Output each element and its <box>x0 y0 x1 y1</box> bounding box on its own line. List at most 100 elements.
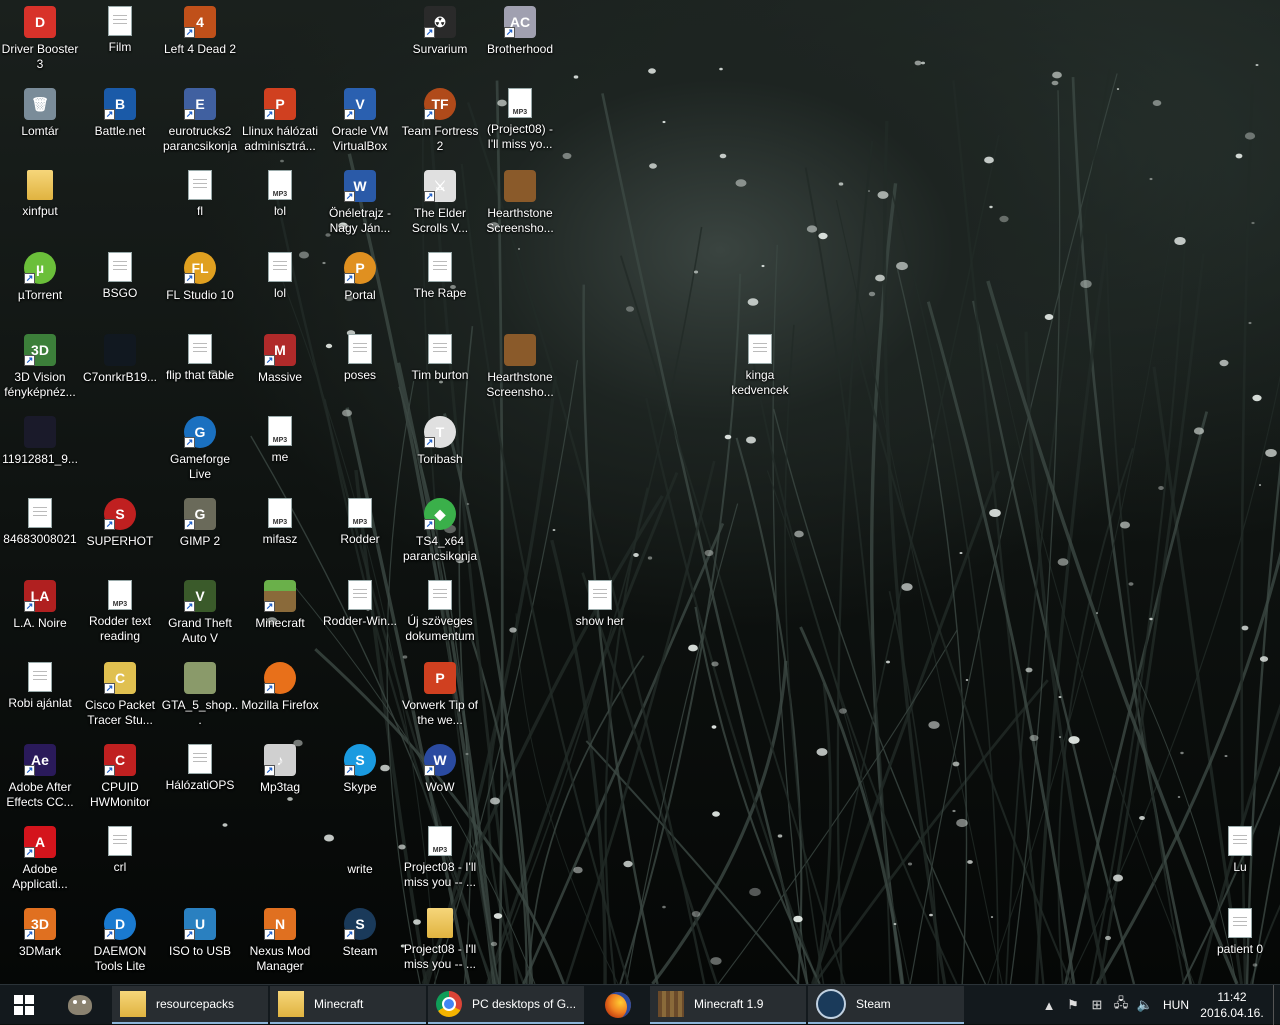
shortcut-arrow-icon: ↗ <box>344 191 355 202</box>
desktop-icon-c7onrkrb19[interactable]: C7onrkrB19... <box>80 328 160 408</box>
desktop-icon-nexus-mod-manager[interactable]: N ↗ Nexus Mod Manager <box>240 902 320 982</box>
desktop-icon-11912881-9[interactable]: 11912881_9... <box>0 410 80 490</box>
desktop-icon-left-4-dead-2[interactable]: 4 ↗ Left 4 Dead 2 <box>160 0 240 80</box>
l-a-noire-icon: LA ↗ <box>24 580 56 612</box>
taskbar-window-4[interactable]: Minecraft 1.9 <box>650 985 806 1024</box>
desktop-icon-label: Robi ajánlat <box>8 696 72 710</box>
desktop-icon-driver-booster-3[interactable]: D Driver Booster 3 <box>0 0 80 80</box>
desktop-icon-vorwerk-tip-of-the-we[interactable]: P Vorwerk Tip of the we... <box>400 656 480 736</box>
desktop-icon-the-rape[interactable]: The Rape <box>400 246 480 326</box>
desktop-icon-uj-szoveges-dokumentum[interactable]: Új szöveges dokumentum <box>400 574 480 654</box>
desktop-icon-halozatiops[interactable]: HálózatiOPS <box>160 738 240 818</box>
shortcut-arrow-icon: ↗ <box>104 519 115 530</box>
desktop-icon-project08-i-ll-miss-you[interactable]: ♪ Project08 - I'll miss you -- ... <box>400 820 480 900</box>
desktop-icon-show-her[interactable]: show her <box>560 574 640 654</box>
desktop-icon-l-a-noire[interactable]: LA ↗ L.A. Noire <box>0 574 80 654</box>
desktop-icon-rodder[interactable]: ♪ Rodder <box>320 492 400 572</box>
taskbar-pinned-gimp[interactable] <box>48 985 112 1025</box>
desktop-icon-project08-i-ll-miss-you[interactable]: Project08 - I'll miss you -- ... <box>400 902 480 982</box>
desktop-icon-rodder-win[interactable]: Rodder-Win... <box>320 574 400 654</box>
desktop-icon-adobe-after-effects-cc[interactable]: Ae ↗ Adobe After Effects CC... <box>0 738 80 818</box>
desktop-icon-hearthstone-screensho[interactable]: Hearthstone Screensho... <box>480 164 560 244</box>
taskbar-window-3[interactable]: PC desktops of G... <box>428 985 584 1024</box>
desktop-icon-area[interactable]: D Driver Booster 3 🗑 Lomtár xinfput µ ↗ µTorren… <box>0 0 1280 984</box>
desktop-icon-cpuid-hwmonitor[interactable]: C ↗ CPUID HWMonitor <box>80 738 160 818</box>
gimp-icon <box>68 994 92 1015</box>
desktop-icon-eurotrucks2-parancsikonja[interactable]: E ↗ eurotrucks2 parancsikonja <box>160 82 240 162</box>
desktop-icon-patient-0[interactable]: patient 0 <box>1200 902 1280 982</box>
shortcut-arrow-icon: ↗ <box>344 929 355 940</box>
windows-small-icon[interactable]: ⊞ <box>1085 985 1109 1025</box>
desktop-icon-hearthstone-screensho[interactable]: Hearthstone Screensho... <box>480 328 560 408</box>
desktop-icon-tim-burton[interactable]: Tim burton <box>400 328 480 408</box>
desktop-icon-superhot[interactable]: S ↗ SUPERHOT <box>80 492 160 572</box>
desktop-icon-minecraft[interactable]: ↗ Minecraft <box>240 574 320 654</box>
network-icon[interactable]: 🖧 <box>1109 985 1133 1025</box>
taskbar-window-1[interactable]: resourcepacks <box>112 985 268 1024</box>
desktop-icon-steam[interactable]: S ↗ Steam <box>320 902 400 982</box>
desktop-icon-gameforge-live[interactable]: G ↗ Gameforge Live <box>160 410 240 490</box>
taskbar-window-5[interactable]: Steam <box>808 985 964 1024</box>
desktop-icon-lomtar[interactable]: 🗑 Lomtár <box>0 82 80 162</box>
desktop-icon-mifasz[interactable]: ♪ mifasz <box>240 492 320 572</box>
desktop-icon-ts4-x64-parancsikonja[interactable]: ◆ ↗ TS4_x64 parancsikonja <box>400 492 480 572</box>
shortcut-arrow-icon: ↗ <box>424 519 435 530</box>
desktop-icon-fl-studio-10[interactable]: FL ↗ FL Studio 10 <box>160 246 240 326</box>
desktop-icon-brotherhood[interactable]: AC ↗ Brotherhood <box>480 0 560 80</box>
desktop-icon-survarium[interactable]: ☢ ↗ Survarium <box>400 0 480 80</box>
desktop-icon-wow[interactable]: W ↗ WoW <box>400 738 480 818</box>
show-desktop-button[interactable] <box>1273 985 1280 1025</box>
desktop-icon-mp3tag[interactable]: ♪ ↗ Mp3tag <box>240 738 320 818</box>
desktop-icon-daemon-tools-lite[interactable]: D ↗ DAEMON Tools Lite <box>80 902 160 982</box>
clock[interactable]: 11:42 2016.04.16. <box>1195 989 1269 1021</box>
show-hidden-icons-chevron-icon[interactable]: ▲ <box>1037 985 1061 1025</box>
desktop-icon-torrent[interactable]: µ ↗ µTorrent <box>0 246 80 326</box>
desktop-icon-grand-theft-auto-v[interactable]: V ↗ Grand Theft Auto V <box>160 574 240 654</box>
desktop-icon-lu[interactable]: Lu <box>1200 820 1280 900</box>
desktop-icon-llinux-halozati-adminisztra[interactable]: P ↗ Llinux hálózati adminisztrá... <box>240 82 320 162</box>
desktop-icon-label: Hearthstone Screensho... <box>486 206 554 235</box>
desktop-icon-label: Minecraft <box>255 616 305 630</box>
desktop-icon-xinfput[interactable]: xinfput <box>0 164 80 244</box>
desktop-icon-oracle-vm-virtualbox[interactable]: V ↗ Oracle VM VirtualBox <box>320 82 400 162</box>
desktop-icon-rodder-text-reading[interactable]: ♪ Rodder text reading <box>80 574 160 654</box>
desktop-icon-team-fortress-2[interactable]: TF ↗ Team Fortress 2 <box>400 82 480 162</box>
desktop-icon-bsgo[interactable]: BSGO <box>80 246 160 326</box>
desktop-icon-3dmark[interactable]: 3D ↗ 3DMark <box>0 902 80 982</box>
taskbar-window-2[interactable]: Minecraft <box>270 985 426 1024</box>
desktop-icon-robi-ajanlat[interactable]: Robi ajánlat <box>0 656 80 736</box>
language-indicator[interactable]: HUN <box>1157 985 1195 1025</box>
taskbar-pinned-firefox[interactable] <box>586 985 650 1025</box>
desktop-icon-me[interactable]: ♪ me <box>240 410 320 490</box>
desktop-icon-lol[interactable]: lol <box>240 246 320 326</box>
desktop-icon-adobe-applicati[interactable]: A ↗ Adobe Applicati... <box>0 820 80 900</box>
desktop-icon-battle-net[interactable]: B ↗ Battle.net <box>80 82 160 162</box>
desktop-icon-lol[interactable]: ♪ lol <box>240 164 320 244</box>
desktop-icon-write[interactable]: write <box>320 820 400 900</box>
action-center-flag-icon[interactable]: ⚑ <box>1061 985 1085 1025</box>
volume-icon[interactable]: 🔈 <box>1133 985 1157 1025</box>
desktop-icon-kinga-kedvencek[interactable]: kinga kedvencek <box>720 328 800 408</box>
bsgo-icon <box>108 252 132 282</box>
desktop-icon-portal[interactable]: P ↗ Portal <box>320 246 400 326</box>
desktop-icon-mozilla-firefox[interactable]: ↗ Mozilla Firefox <box>240 656 320 736</box>
start-button[interactable] <box>0 985 48 1025</box>
desktop-icon-oneletrajz-nagy-jan[interactable]: W ↗ Önéletrajz - Nagy Ján... <box>320 164 400 244</box>
desktop-icon-toribash[interactable]: T ↗ Toribash <box>400 410 480 490</box>
desktop-icon-project08-i-ll-miss-yo[interactable]: ♪ (Project08) - I'll miss yo... <box>480 82 560 162</box>
desktop-icon-film[interactable]: Film <box>80 0 160 80</box>
desktop-icon-gta-5-shop[interactable]: GTA_5_shop... <box>160 656 240 736</box>
desktop-icon-3d-vision-fenykepnez[interactable]: 3D ↗ 3D Vision fényképnéz... <box>0 328 80 408</box>
desktop-icon-poses[interactable]: poses <box>320 328 400 408</box>
desktop-icon-massive[interactable]: M ↗ Massive <box>240 328 320 408</box>
desktop-icon-iso-to-usb[interactable]: U ↗ ISO to USB <box>160 902 240 982</box>
desktop-icon-84683008021[interactable]: 84683008021 <box>0 492 80 572</box>
desktop-icon-cisco-packet-tracer-stu[interactable]: C ↗ Cisco Packet Tracer Stu... <box>80 656 160 736</box>
desktop-icon-skype[interactable]: S ↗ Skype <box>320 738 400 818</box>
desktop-icon-flip-that-table[interactable]: flip that table <box>160 328 240 408</box>
desktop-icon-crl[interactable]: crl <box>80 820 160 900</box>
desktop-icon-label: Team Fortress 2 <box>401 124 479 153</box>
desktop-icon-the-elder-scrolls-v[interactable]: ⚔ ↗ The Elder Scrolls V... <box>400 164 480 244</box>
desktop-icon-fl[interactable]: fl <box>160 164 240 244</box>
desktop-icon-gimp-2[interactable]: G ↗ GIMP 2 <box>160 492 240 572</box>
